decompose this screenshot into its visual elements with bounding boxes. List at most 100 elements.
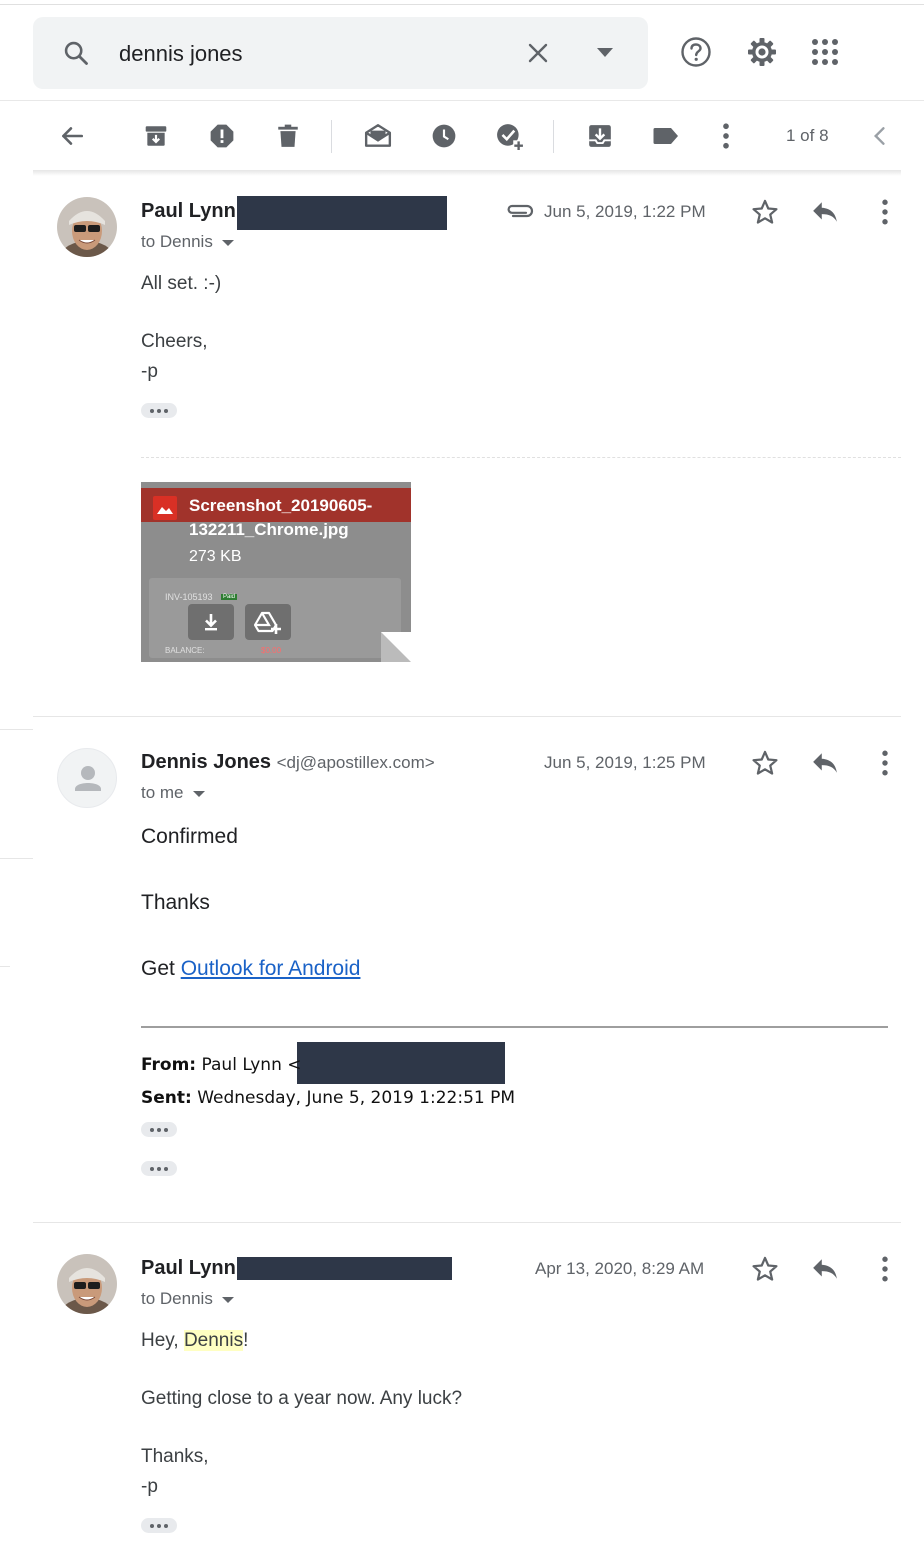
page-fold-corner [381,632,411,662]
apps-grid-icon[interactable] [809,36,841,68]
drive-add-icon [254,611,281,634]
image-file-icon [153,496,177,520]
paperclip-icon [504,195,536,227]
greeting-line: Hey, Dennis! [141,1330,248,1352]
search-highlight: Dennis [183,1330,244,1351]
attachment-filename: Screenshot_20190605-132211_Chrome.jpg [189,496,373,539]
back-arrow-icon[interactable] [57,121,87,151]
show-trimmed-content-button[interactable] [141,1518,177,1533]
quoted-from: From: Paul Lynn < [141,1055,302,1075]
settings-gear-icon[interactable] [746,36,778,68]
body-text: Thanks, [141,1446,209,1467]
star-icon[interactable] [749,196,781,228]
reply-icon[interactable] [809,1253,841,1285]
recipient-details-toggle[interactable]: to Dennis [141,1289,234,1309]
quoted-sent-label: Sent: [141,1088,192,1108]
snooze-clock-icon[interactable] [429,121,459,151]
add-to-tasks-icon[interactable] [495,121,525,151]
search-input[interactable]: dennis jones [119,41,243,67]
top-border [0,4,924,5]
quoted-divider [141,1026,888,1028]
message-divider [33,716,901,717]
reply-icon[interactable] [809,196,841,228]
save-to-drive-button[interactable] [245,604,291,640]
report-spam-icon[interactable] [207,121,237,151]
recipient-details-toggle[interactable]: to me [141,783,205,803]
show-trimmed-content-button[interactable] [141,403,177,418]
attachment-divider [141,457,901,458]
caret-down-icon [192,790,205,797]
toolbar-shadow [33,170,901,176]
star-icon[interactable] [749,1253,781,1285]
signature-line: Get Outlook for Android [141,957,360,981]
message-date[interactable]: Apr 13, 2020, 8:29 AM [535,1259,704,1279]
outlook-android-link[interactable]: Outlook for Android [181,957,361,980]
quoted-sent: Sent: Wednesday, June 5, 2019 1:22:51 PM [141,1088,515,1108]
sender-name[interactable]: Paul Lynn [141,1257,236,1280]
message-date[interactable]: Jun 5, 2019, 1:25 PM [544,753,706,773]
redacted-email [237,196,447,230]
preview-balance-value: $0.00 [261,646,282,655]
preview-balance-label: BALANCE: [165,646,205,655]
side-divider [0,858,33,859]
redacted-email [237,1257,452,1280]
sender-name[interactable]: Dennis Jones <dj@apostillex.com> [141,751,435,774]
greeting-suffix: ! [243,1330,249,1351]
redacted-email [297,1042,505,1084]
preview-invoice-number: INV-105193 [165,592,213,602]
sender-name[interactable]: Paul Lynn [141,200,236,223]
download-button[interactable] [188,604,234,640]
sender-email: <dj@apostillex.com> [276,753,435,772]
search-icon[interactable] [61,38,91,68]
body-text: -p [141,1476,158,1497]
avatar[interactable] [57,1254,117,1314]
show-trimmed-content-button[interactable] [141,1122,177,1137]
message-divider [33,1222,901,1223]
recipient-label: to me [141,783,184,802]
attachment-size: 273 KB [189,548,242,565]
more-options-icon[interactable] [869,196,901,228]
show-trimmed-content-button[interactable] [141,1161,177,1176]
caret-down-icon [221,239,234,246]
body-text: Cheers, [141,331,208,352]
sender-name-text: Dennis Jones [141,751,272,773]
quoted-sent-value: Wednesday, June 5, 2019 1:22:51 PM [197,1088,516,1108]
star-icon[interactable] [749,747,781,779]
search-bar[interactable]: dennis jones [33,17,648,89]
header-divider [0,100,924,101]
search-options-icon[interactable] [590,38,620,68]
archive-icon[interactable] [141,121,171,151]
quoted-from-value: Paul Lynn < [201,1055,302,1075]
caret-down-icon [221,1296,234,1303]
reply-icon[interactable] [809,747,841,779]
delete-trash-icon[interactable] [273,121,303,151]
recipient-details-toggle[interactable]: to Dennis [141,232,234,252]
more-options-icon[interactable] [711,121,741,151]
toolbar-divider [331,120,332,153]
download-icon [205,614,217,631]
mark-unread-icon[interactable] [363,121,393,151]
avatar[interactable] [57,197,117,257]
help-icon[interactable] [680,36,712,68]
pagination-count: 1 of 8 [786,126,829,145]
person-icon [75,766,101,791]
recipient-label: to Dennis [141,232,213,251]
signature-prefix: Get [141,957,181,980]
body-text: -p [141,361,158,382]
avatar-placeholder[interactable] [57,748,117,808]
body-text: All set. :-) [141,273,222,294]
side-divider [0,966,10,967]
clear-search-icon[interactable] [523,38,553,68]
recipient-label: to Dennis [141,1289,213,1308]
preview-paid-badge: Paid [221,594,238,600]
newer-chevron-left-icon[interactable] [864,121,894,151]
message-date[interactable]: Jun 5, 2019, 1:22 PM [544,202,706,222]
more-options-icon[interactable] [869,1253,901,1285]
label-tag-icon[interactable] [651,121,681,151]
side-divider [0,729,33,730]
greeting-prefix: Hey, [141,1330,184,1351]
body-text: Confirmed [141,825,238,848]
attachment-card[interactable]: INV-105193 Paid BALANCE: $0.00 Screensho… [141,482,411,662]
move-to-icon[interactable] [585,121,615,151]
more-options-icon[interactable] [869,747,901,779]
